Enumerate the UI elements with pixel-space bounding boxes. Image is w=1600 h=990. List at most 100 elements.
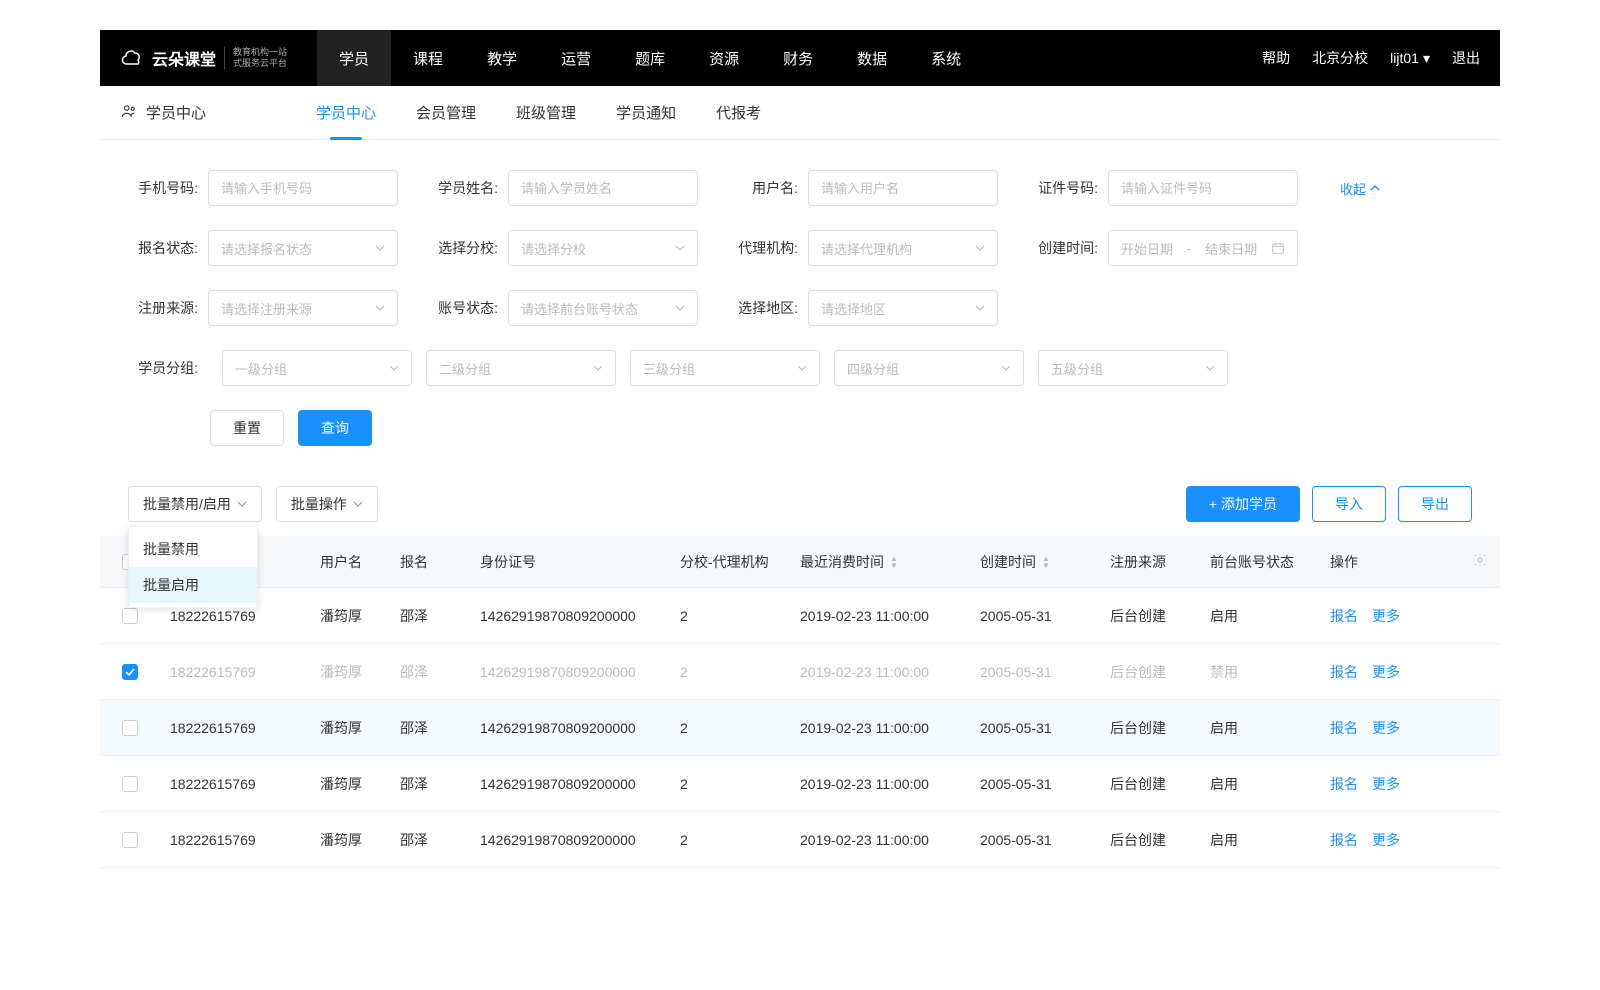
group-level-select[interactable]: 三级分组 [630, 350, 820, 386]
main-nav-item[interactable]: 运营 [539, 30, 613, 86]
branch-selector[interactable]: 北京分校 [1312, 48, 1368, 68]
add-student-button[interactable]: + 添加学员 [1186, 486, 1300, 522]
group-level-select[interactable]: 四级分组 [834, 350, 1024, 386]
cell-username: 潘筠厚 [310, 830, 390, 850]
cell-ops: 报名更多 [1320, 830, 1460, 850]
filter-action-row: 重置 查询 [128, 410, 1472, 446]
row-checkbox[interactable] [122, 664, 138, 680]
filter-input[interactable] [808, 170, 998, 206]
row-checkbox[interactable] [122, 832, 138, 848]
more-link[interactable]: 更多 [1372, 718, 1400, 738]
main-nav-item[interactable]: 学员 [317, 30, 391, 86]
filter-label: 选择地区: [728, 298, 798, 318]
cell-source: 后台创建 [1100, 774, 1200, 794]
header-status[interactable]: 前台账号状态 [1200, 552, 1320, 572]
gear-icon [1472, 552, 1488, 571]
filter-select[interactable]: 请选择注册来源 [208, 290, 398, 326]
filter-select[interactable]: 请选择地区 [808, 290, 998, 326]
header-regname[interactable]: 报名 [390, 552, 470, 572]
group-level-select[interactable]: 五级分组 [1038, 350, 1228, 386]
filter-item: 注册来源:请选择注册来源 [128, 290, 398, 326]
main-nav-item[interactable]: 教学 [465, 30, 539, 86]
filter-item: 学员姓名: [428, 170, 698, 206]
header-settings[interactable] [1460, 552, 1500, 571]
filter-row-1: 手机号码:学员姓名:用户名:证件号码:收起 [128, 170, 1472, 206]
cell-username: 潘筠厚 [310, 606, 390, 626]
filter-input[interactable] [508, 170, 698, 206]
header-source[interactable]: 注册来源 [1100, 552, 1200, 572]
filter-panel: 手机号码:学员姓名:用户名:证件号码:收起 报名状态:请选择报名状态选择分校:请… [100, 140, 1500, 466]
main-nav-item[interactable]: 数据 [835, 30, 909, 86]
cell-phone: 18222615769 [160, 720, 310, 736]
table-row[interactable]: 18222615769潘筠厚邵泽142629198708092000002201… [100, 812, 1500, 868]
filter-input[interactable] [1108, 170, 1298, 206]
batch-toggle-dropdown[interactable]: 批量禁用/启用 [128, 486, 262, 522]
register-link[interactable]: 报名 [1330, 718, 1358, 738]
sub-tab[interactable]: 学员中心 [316, 86, 376, 140]
more-link[interactable]: 更多 [1372, 606, 1400, 626]
header-branch[interactable]: 分校-代理机构 [670, 552, 790, 572]
cell-phone: 18222615769 [160, 776, 310, 792]
cell-regname: 邵泽 [390, 662, 470, 682]
sub-tab[interactable]: 代报考 [716, 86, 761, 140]
filter-item: 创建时间:开始日期-结束日期 [1028, 230, 1298, 266]
row-checkbox[interactable] [122, 720, 138, 736]
row-checkbox[interactable] [122, 776, 138, 792]
reset-button[interactable]: 重置 [210, 410, 284, 446]
main-nav-item[interactable]: 系统 [909, 30, 983, 86]
export-button[interactable]: 导出 [1398, 486, 1472, 522]
logout-link[interactable]: 退出 [1452, 48, 1480, 68]
dropdown-menu-item[interactable]: 批量禁用 [129, 531, 257, 567]
more-link[interactable]: 更多 [1372, 774, 1400, 794]
sub-tab[interactable]: 会员管理 [416, 86, 476, 140]
main-nav-item[interactable]: 题库 [613, 30, 687, 86]
more-link[interactable]: 更多 [1372, 662, 1400, 682]
user-menu[interactable]: lijt01 ▾ [1390, 50, 1430, 67]
table-row[interactable]: 18222615769潘筠厚邵泽142629198708092000002201… [100, 700, 1500, 756]
help-link[interactable]: 帮助 [1262, 48, 1290, 68]
row-checkbox[interactable] [122, 608, 138, 624]
register-link[interactable]: 报名 [1330, 606, 1358, 626]
more-link[interactable]: 更多 [1372, 830, 1400, 850]
register-link[interactable]: 报名 [1330, 830, 1358, 850]
filter-item: 用户名: [728, 170, 998, 206]
main-nav-item[interactable]: 财务 [761, 30, 835, 86]
header-username[interactable]: 用户名 [310, 552, 390, 572]
filter-select[interactable]: 请选择代理机构 [808, 230, 998, 266]
table-row[interactable]: 18222615769潘筠厚邵泽142629198708092000002201… [100, 644, 1500, 700]
search-button[interactable]: 查询 [298, 410, 372, 446]
cloud-logo-icon [120, 46, 144, 70]
sub-tab[interactable]: 班级管理 [516, 86, 576, 140]
import-button[interactable]: 导入 [1312, 486, 1386, 522]
main-nav-item[interactable]: 资源 [687, 30, 761, 86]
header-id[interactable]: 身份证号 [470, 552, 670, 572]
table-row[interactable]: 18222615769潘筠厚邵泽142629198708092000002201… [100, 756, 1500, 812]
group-level-select[interactable]: 二级分组 [426, 350, 616, 386]
batch-toggle-label: 批量禁用/启用 [143, 494, 231, 514]
group-level-select[interactable]: 一级分组 [222, 350, 412, 386]
header-consume[interactable]: 最近消费时间 ▲▼ [790, 552, 970, 572]
filter-label: 学员姓名: [428, 178, 498, 198]
cell-regname: 邵泽 [390, 830, 470, 850]
filter-select[interactable]: 请选择前台账号状态 [508, 290, 698, 326]
header-created[interactable]: 创建时间 ▲▼ [970, 552, 1100, 572]
cell-regname: 邵泽 [390, 606, 470, 626]
table-row[interactable]: 18222615769潘筠厚邵泽142629198708092000002201… [100, 588, 1500, 644]
filter-select[interactable]: 请选择报名状态 [208, 230, 398, 266]
register-link[interactable]: 报名 [1330, 662, 1358, 682]
batch-ops-dropdown[interactable]: 批量操作 [276, 486, 378, 522]
filter-input[interactable] [208, 170, 398, 206]
main-nav-item[interactable]: 课程 [391, 30, 465, 86]
batch-toggle-menu: 批量禁用批量启用 [128, 526, 258, 608]
date-range-picker[interactable]: 开始日期-结束日期 [1108, 230, 1298, 266]
cell-id: 14262919870809200000 [470, 832, 670, 848]
collapse-filters-link[interactable]: 收起 [1340, 179, 1380, 198]
cell-id: 14262919870809200000 [470, 720, 670, 736]
cell-consume: 2019-02-23 11:00:00 [790, 608, 970, 624]
filter-select[interactable]: 请选择分校 [508, 230, 698, 266]
sub-tab[interactable]: 学员通知 [616, 86, 676, 140]
filter-row-2: 报名状态:请选择报名状态选择分校:请选择分校代理机构:请选择代理机构创建时间:开… [128, 230, 1472, 266]
header-ops: 操作 [1320, 552, 1460, 572]
register-link[interactable]: 报名 [1330, 774, 1358, 794]
dropdown-menu-item[interactable]: 批量启用 [129, 567, 257, 603]
